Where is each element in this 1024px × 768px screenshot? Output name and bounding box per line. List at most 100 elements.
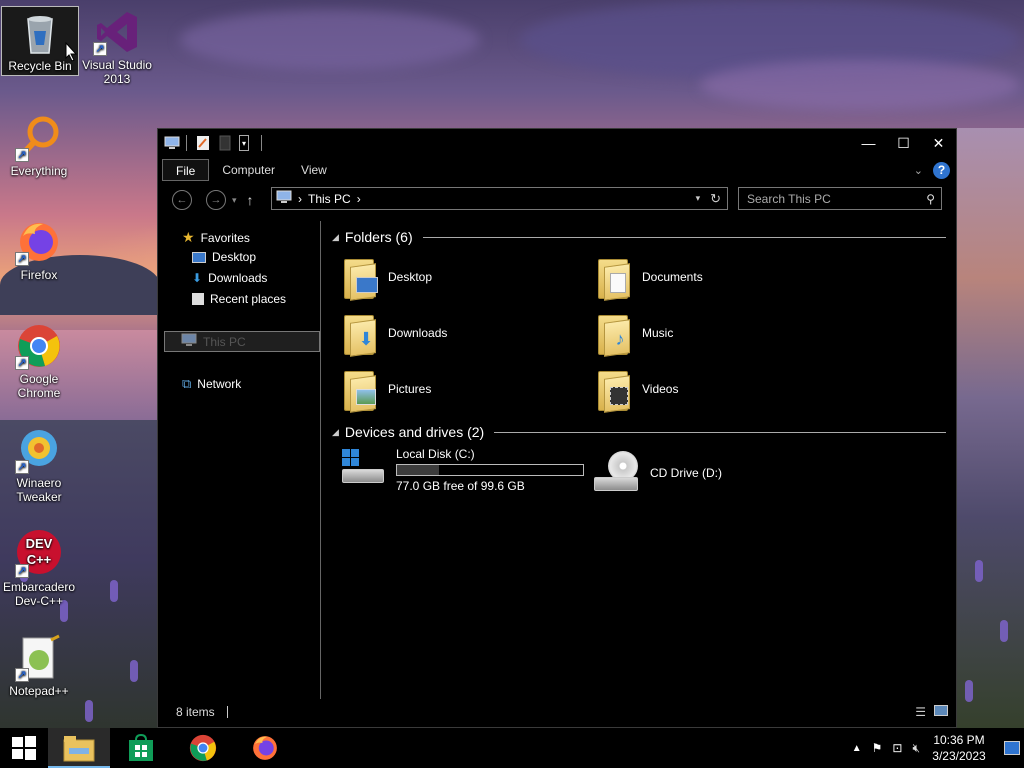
desktop-icon-firefox[interactable]: ↗ Firefox — [0, 216, 78, 282]
chevron-down-icon[interactable]: ▾ — [239, 135, 249, 151]
tab-file[interactable]: File — [162, 159, 210, 181]
hard-drive-icon — [340, 447, 386, 491]
expand-ribbon-icon[interactable]: ⌄ — [914, 164, 923, 177]
shortcut-arrow-icon: ↗ — [15, 148, 29, 162]
minimize-button[interactable]: — — [851, 131, 886, 155]
clock-date: 3/23/2023 — [932, 749, 986, 763]
folder-icon — [596, 367, 632, 413]
new-folder-icon[interactable] — [217, 135, 233, 151]
shortcut-arrow-icon: ↗ — [15, 460, 29, 474]
status-bar: 8 items ☰ — [158, 697, 956, 727]
folder-pictures[interactable]: Pictures — [342, 367, 432, 413]
clock[interactable]: 10:36 PM 3/23/2023 — [930, 732, 988, 764]
group-header-folders[interactable]: ◢ Folders (6) — [332, 229, 946, 245]
drive-usage-fill — [397, 465, 440, 475]
close-button[interactable]: ✕ — [921, 131, 956, 155]
winaero-tweaker-icon: ↗ — [15, 426, 63, 474]
nav-favorites[interactable]: ★ Favorites — [182, 229, 250, 246]
up-button[interactable]: ↑ — [247, 192, 254, 208]
start-button[interactable] — [0, 728, 48, 768]
drive-cd-d[interactable]: CD Drive (D:) — [594, 451, 722, 495]
desktop-icon-label: Everything — [10, 164, 68, 178]
taskbar-store[interactable] — [110, 728, 172, 768]
tab-view[interactable]: View — [288, 159, 340, 181]
address-bar[interactable]: › This PC › ▾ ↻ — [271, 187, 728, 210]
show-hidden-icons-icon[interactable]: ▲ — [852, 743, 862, 754]
details-view-icon[interactable]: ☰ — [915, 705, 926, 719]
desktop-icon-dev-cpp[interactable]: DEV C++ ↗ Embarcadero Dev-C++ — [0, 528, 78, 608]
maximize-button[interactable]: ☐ — [886, 131, 921, 155]
this-pc-icon — [276, 190, 292, 207]
breadcrumb-separator[interactable]: › — [357, 192, 361, 206]
everything-search-icon: ↗ — [15, 114, 63, 162]
folder-label: Videos — [642, 382, 679, 396]
volume-muted-icon[interactable]: 🔇︎ — [912, 741, 920, 756]
shortcut-arrow-icon: ↗ — [93, 42, 107, 56]
collapse-icon[interactable]: ◢ — [332, 232, 339, 243]
tab-computer[interactable]: Computer — [209, 159, 288, 181]
action-center-flag-icon[interactable]: ⚑ — [872, 741, 883, 755]
folder-icon — [342, 367, 378, 413]
nav-recent-places[interactable]: Recent places — [192, 292, 286, 306]
drive-label: Local Disk (C:) — [396, 447, 475, 461]
nav-downloads[interactable]: ⬇ Downloads — [192, 271, 267, 285]
desktop-icon-winaero-tweaker[interactable]: ↗ Winaero Tweaker — [0, 424, 78, 504]
recent-places-icon — [192, 293, 204, 305]
folder-music[interactable]: ♪ Music — [596, 311, 674, 357]
folder-label: Pictures — [388, 382, 432, 396]
desktop-icon-visual-studio[interactable]: ↗ Visual Studio 2013 — [78, 6, 156, 86]
file-explorer-icon — [63, 736, 95, 762]
address-dropdown-icon[interactable]: ▾ — [696, 193, 701, 204]
help-icon[interactable]: ? — [933, 161, 950, 179]
group-header-devices[interactable]: ◢ Devices and drives (2) — [332, 424, 946, 440]
title-bar[interactable]: ▾ — ☐ ✕ — [158, 129, 956, 157]
nav-desktop[interactable]: Desktop — [192, 250, 256, 264]
folder-label: Music — [642, 326, 674, 340]
forward-button[interactable]: → — [206, 190, 226, 210]
search-placeholder: Search This PC — [747, 191, 831, 206]
nav-label: Recent places — [210, 292, 287, 306]
drive-local-disk-c[interactable]: Local Disk (C:) 77.0 GB free of 99.6 GB — [340, 447, 584, 493]
large-icons-view-icon[interactable] — [934, 705, 948, 716]
nav-network[interactable]: ⧉ Network — [182, 376, 241, 392]
taskbar-firefox[interactable] — [234, 728, 296, 768]
desktop-icon-notepad-plus-plus[interactable]: ↗ Notepad++ — [0, 632, 78, 698]
separator — [186, 135, 187, 151]
file-explorer-window[interactable]: ▾ — ☐ ✕ File Computer View ⌄ ? ← → ▾ ↑ ›… — [157, 128, 957, 728]
taskbar-chrome[interactable] — [172, 728, 234, 768]
recent-locations-icon[interactable]: ▾ — [232, 195, 237, 206]
taskbar-file-explorer[interactable] — [48, 728, 110, 768]
search-icon[interactable]: ⚲ — [926, 192, 935, 206]
folder-downloads[interactable]: ⬇ Downloads — [342, 311, 448, 357]
breadcrumb-this-pc[interactable]: This PC — [308, 192, 351, 206]
refresh-icon[interactable]: ↻ — [710, 191, 721, 207]
back-button[interactable]: ← — [172, 190, 192, 210]
firefox-icon — [253, 736, 277, 760]
network-status-icon[interactable]: ⊡ — [892, 741, 902, 755]
desktop-icon-recycle-bin[interactable]: Recycle Bin — [1, 6, 79, 76]
desktop-icon-google-chrome[interactable]: ↗ Google Chrome — [0, 320, 78, 400]
group-title: Devices and drives (2) — [344, 424, 485, 440]
folder-documents[interactable]: Documents — [596, 255, 703, 301]
nav-this-pc[interactable]: This PC — [164, 331, 320, 352]
nav-label: Downloads — [208, 271, 268, 285]
show-desktop-button[interactable] — [1004, 741, 1020, 755]
clock-time: 10:36 PM — [933, 733, 985, 747]
nav-label: Favorites — [200, 230, 250, 245]
network-icon: ⧉ — [182, 376, 192, 391]
shortcut-arrow-icon: ↗ — [15, 668, 29, 682]
desktop-icon-everything[interactable]: ↗ Everything — [0, 112, 78, 178]
properties-icon[interactable] — [195, 135, 211, 151]
breadcrumb-separator[interactable]: › — [298, 192, 302, 206]
desktop-icon-label: Notepad++ — [9, 684, 69, 698]
folder-videos[interactable]: Videos — [596, 367, 679, 413]
folder-desktop[interactable]: Desktop — [342, 255, 432, 301]
desktop-icon-label: Winaero Tweaker — [16, 476, 62, 504]
this-pc-icon — [164, 135, 180, 151]
cd-drive-icon — [594, 451, 640, 495]
search-input[interactable]: Search This PC ⚲ — [738, 187, 942, 210]
group-title: Folders (6) — [344, 229, 413, 245]
collapse-icon[interactable]: ◢ — [332, 427, 339, 438]
desktop-icon-label: Visual Studio 2013 — [82, 58, 152, 86]
folder-label: Downloads — [388, 326, 448, 340]
